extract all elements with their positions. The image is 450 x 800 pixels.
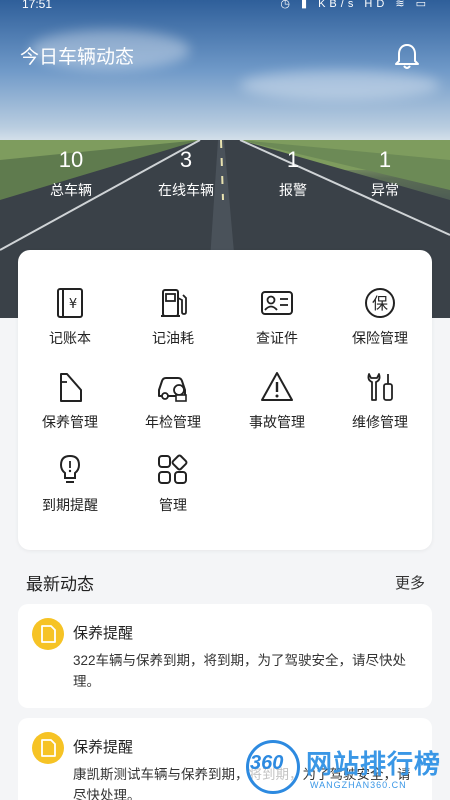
stat-label: 异常: [371, 182, 399, 198]
bell-icon[interactable]: [394, 42, 420, 70]
more-link[interactable]: 更多: [395, 572, 425, 593]
bulb-icon: [59, 454, 81, 483]
stat-value: 3: [179, 147, 193, 172]
grid-item-repairs[interactable]: 维修管理: [328, 370, 432, 440]
maintenance-doc-icon: [32, 732, 64, 764]
stats-row: 10 总车辆 3 在线车辆 1 报警 1 异常: [0, 148, 450, 208]
stat-online-vehicles[interactable]: 3 在线车辆: [141, 148, 231, 200]
stat-alarms[interactable]: 1 报警: [248, 148, 338, 200]
insurance-icon: 保: [365, 288, 395, 318]
grid-item-label: 保险管理: [352, 330, 408, 346]
function-grid-card: ¥ 记账本 记油耗 查证件 保 保险管理 保养管理 年检管理 事故管理 维修管理…: [18, 250, 432, 550]
grid-item-label: 记账本: [49, 330, 91, 346]
stat-anomalies[interactable]: 1 异常: [340, 148, 430, 200]
grid-item-management[interactable]: 管理: [121, 453, 225, 523]
id-card-icon: [261, 291, 293, 315]
grid-item-label: 事故管理: [249, 414, 305, 430]
maintenance-doc-icon: [32, 618, 64, 650]
page-title: 今日车辆动态: [20, 47, 135, 68]
car-inspection-icon: [158, 377, 187, 402]
grid-item-expiry-reminder[interactable]: 到期提醒: [18, 453, 122, 523]
grid-item-ledger[interactable]: ¥ 记账本: [18, 286, 122, 356]
grid-item-maintenance[interactable]: 保养管理: [18, 370, 122, 440]
news-text: 322车辆与保养到期，将到期，为了驾驶安全，请尽快处理。: [73, 653, 407, 689]
watermark-url: WANGZHAN360.CN: [310, 780, 407, 790]
grid-item-label: 查证件: [256, 330, 298, 346]
status-time: 17:51: [22, 0, 53, 11]
news-title: 保养提醒: [73, 625, 134, 642]
news-card[interactable]: 保养提醒 322车辆与保养到期，将到期，为了驾驶安全，请尽快处理。: [18, 604, 432, 708]
news-title: 保养提醒: [73, 739, 134, 756]
grid-item-label: 维修管理: [352, 414, 408, 430]
grid-item-accidents[interactable]: 事故管理: [225, 370, 329, 440]
grid-item-label: 管理: [159, 497, 187, 513]
stat-label: 报警: [279, 182, 307, 198]
section-title-latest-news: 最新动态: [26, 575, 94, 594]
status-bar: 17:51 ◷ ▮ KB/s HD ≋ ▭: [0, 0, 450, 14]
watermark-logo-text: 360: [250, 752, 284, 774]
stat-value: 1: [378, 147, 392, 172]
oil-can-icon: [60, 373, 82, 402]
stat-value: 10: [58, 147, 84, 172]
grid-item-fuel[interactable]: 记油耗: [121, 286, 225, 356]
apps-icon: [158, 454, 188, 484]
grid-item-label: 记油耗: [152, 330, 194, 346]
ledger-icon: ¥: [57, 288, 83, 318]
stat-total-vehicles[interactable]: 10 总车辆: [26, 148, 116, 200]
wrench-icon: [367, 373, 393, 401]
grid-item-label: 年检管理: [145, 414, 201, 430]
watermark: 360 网站排行榜 WANGZHAN360.CN: [236, 738, 450, 800]
grid-item-label: 保养管理: [42, 414, 98, 430]
grid-item-annual-inspection[interactable]: 年检管理: [121, 370, 225, 440]
grid-item-documents[interactable]: 查证件: [225, 286, 329, 356]
svg-text:¥: ¥: [69, 297, 77, 312]
grid-item-insurance[interactable]: 保 保险管理: [328, 286, 432, 356]
fuel-pump-icon: [161, 289, 187, 317]
svg-text:保: 保: [372, 294, 388, 313]
status-icons: ◷ ▮ KB/s HD ≋ ▭: [280, 0, 430, 10]
stat-label: 总车辆: [50, 182, 92, 198]
warning-icon: [261, 372, 293, 401]
stat-value: 1: [286, 147, 300, 172]
stat-label: 在线车辆: [158, 182, 214, 198]
watermark-brand: 网站排行榜: [306, 749, 442, 779]
grid-item-label: 到期提醒: [42, 497, 98, 513]
